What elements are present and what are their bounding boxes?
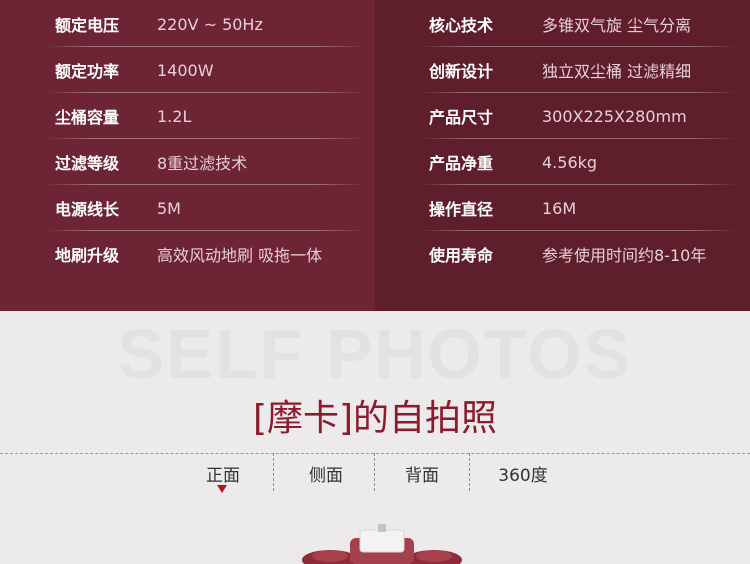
spec-value: 1.2L (157, 106, 192, 126)
spec-row: 核心技术 多锥双气旋 尘气分离 (429, 1, 691, 47)
spec-row: 使用寿命 参考使用时间约8-10年 (429, 231, 706, 277)
spec-value: 独立双尘桶 过滤精细 (542, 62, 692, 81)
photo-view-tabs: 正面 侧面 背面 360度 (0, 453, 750, 493)
spec-key: 操作直径 (429, 200, 494, 219)
tab-side[interactable]: 侧面 (298, 461, 354, 487)
spec-value: 8重过滤技术 (157, 154, 248, 173)
spec-row: 产品尺寸 300X225X280mm (429, 93, 687, 139)
spec-key: 核心技术 (429, 16, 494, 35)
vacuum-product-image (302, 524, 462, 564)
self-photos-section: SELF PHOTOS [摩卡]的自拍照 正面 侧面 背面 360度 (0, 311, 750, 564)
tab-360[interactable]: 360度 (490, 461, 556, 487)
tab-front[interactable]: 正面 (195, 461, 251, 487)
spec-key: 创新设计 (429, 62, 494, 81)
spec-key: 产品净重 (429, 154, 494, 173)
tab-separator (273, 453, 274, 491)
tab-separator (469, 453, 470, 491)
spec-row: 创新设计 独立双尘桶 过滤精细 (429, 47, 691, 93)
spec-key: 过滤等级 (55, 154, 120, 173)
spec-key: 额定功率 (55, 62, 120, 81)
spec-row: 产品净重 4.56kg (429, 139, 597, 185)
section-watermark: SELF PHOTOS (117, 315, 633, 393)
spec-value: 300X225X280mm (542, 106, 687, 126)
spec-key: 地刷升级 (55, 246, 120, 265)
spec-key: 使用寿命 (429, 246, 494, 265)
spec-row: 地刷升级 高效风动地刷 吸拖一体 (55, 231, 322, 277)
spec-row: 额定功率 1400W (55, 47, 214, 93)
spec-row: 过滤等级 8重过滤技术 (55, 139, 247, 185)
spec-key: 产品尺寸 (429, 108, 494, 127)
spec-value: 5M (157, 198, 181, 218)
spec-value: 220V ~ 50Hz (157, 14, 263, 34)
spec-value: 参考使用时间约8-10年 (542, 246, 707, 265)
tab-back[interactable]: 背面 (394, 461, 450, 487)
spec-row: 电源线长 5M (55, 185, 181, 231)
spec-table: 额定电压 220V ~ 50Hz 额定功率 1400W 尘桶容量 1.2L 过滤… (0, 0, 750, 311)
spec-row: 操作直径 16M (429, 185, 576, 231)
spec-value: 1400W (157, 60, 214, 80)
spec-key: 尘桶容量 (55, 108, 120, 127)
spec-value: 多锥双气旋 尘气分离 (542, 16, 692, 35)
spec-key: 额定电压 (55, 16, 120, 35)
section-heading: [摩卡]的自拍照 (252, 398, 498, 439)
spec-value: 4.56kg (542, 152, 598, 172)
spec-row: 额定电压 220V ~ 50Hz (55, 1, 263, 47)
active-tab-caret-icon (217, 485, 227, 493)
spec-value: 高效风动地刷 吸拖一体 (157, 246, 323, 265)
spec-row: 尘桶容量 1.2L (55, 93, 191, 139)
spec-value: 16M (542, 198, 577, 218)
tab-separator (374, 453, 375, 491)
spec-key: 电源线长 (55, 200, 120, 219)
